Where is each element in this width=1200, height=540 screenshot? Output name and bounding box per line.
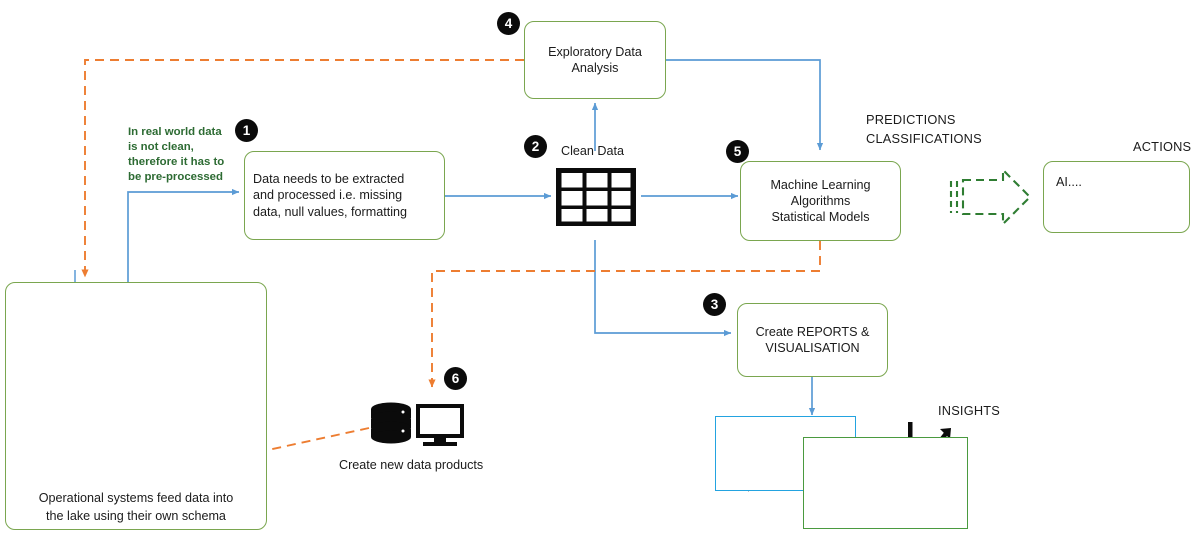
database-monitor-icon xyxy=(371,402,464,446)
arrow-eda-to-ml xyxy=(666,59,824,151)
table-grid-icon xyxy=(556,168,636,226)
diagram-canvas: Exploratory Data Analysis Data needs to … xyxy=(0,0,1200,540)
box-ml-label: Machine Learning Algorithms Statistical … xyxy=(770,177,871,225)
arrow-clean-to-reports xyxy=(594,240,732,337)
badge-step-2: 2 xyxy=(524,135,547,158)
label-clean-data: Clean Data xyxy=(561,144,625,158)
box-data-extraction[interactable]: Data needs to be extracted and processed… xyxy=(244,151,445,240)
arrow-lake-to-extract xyxy=(127,188,240,283)
box-eda-label: Exploratory Data Analysis xyxy=(548,44,642,75)
box-ai-actions[interactable]: AI.... xyxy=(1043,161,1190,233)
label-insights: INSIGHTS xyxy=(938,403,1001,418)
label-actions: ACTIONS xyxy=(1133,139,1192,154)
insights-card-front xyxy=(803,437,968,529)
badge-step-4: 4 xyxy=(497,12,520,35)
note-preprocess: In real world data is not clean, therefo… xyxy=(128,126,225,184)
box-reports-label: Create REPORTS & VISUALISATION xyxy=(755,324,870,355)
label-predictions: PREDICTIONS xyxy=(866,112,956,127)
badge-step-3: 3 xyxy=(703,293,726,316)
box-exploratory-data-analysis[interactable]: Exploratory Data Analysis xyxy=(524,21,666,99)
badge-step-1: 1 xyxy=(235,119,258,142)
box-ai-label: AI.... xyxy=(1056,175,1082,189)
label-classifications: CLASSIFICATIONS xyxy=(866,131,982,146)
data-lake-caption: Operational systems feed data into the l… xyxy=(38,491,234,523)
box-machine-learning[interactable]: Machine Learning Algorithms Statistical … xyxy=(740,161,901,241)
box-create-reports[interactable]: Create REPORTS & VISUALISATION xyxy=(737,303,888,377)
block-arrow-predictions xyxy=(949,167,1032,227)
badge-step-5: 5 xyxy=(726,140,749,163)
box-extract-label: Data needs to be extracted and processed… xyxy=(253,172,408,219)
label-create-new-data-products: Create new data products xyxy=(339,458,484,472)
badge-step-6: 6 xyxy=(444,367,467,390)
